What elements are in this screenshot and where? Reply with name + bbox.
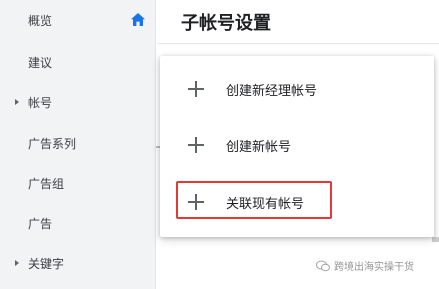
menu-item-create-account[interactable]: 创建新帐号 — [160, 123, 434, 167]
sidebar-item-label: 关键字 — [28, 256, 65, 271]
watermark-text: 跨境出海实操干货 — [334, 262, 414, 273]
sidebar-item-label: 帐号 — [28, 95, 53, 110]
sidebar-item-keywords[interactable]: 关键字 — [0, 248, 156, 278]
sidebar-item-label: 广告系列 — [28, 136, 77, 151]
menu-item-link-existing-account[interactable]: 关联现有帐号 — [160, 180, 434, 224]
sidebar-item-ads[interactable]: 广告 — [0, 208, 156, 238]
sidebar-item-label: 概览 — [28, 13, 53, 28]
wechat-icon — [316, 260, 330, 271]
menu-item-label: 创建新帐号 — [226, 139, 292, 155]
sidebar-item-label: 广告 — [28, 216, 53, 231]
plus-icon — [188, 194, 204, 210]
watermark: 跨境出海实操干货 — [316, 258, 414, 273]
menu-item-label: 创建新经理帐号 — [226, 83, 318, 99]
sidebar-item-label: 建议 — [28, 55, 53, 70]
sidebar-item-label: 广告组 — [28, 176, 65, 191]
page-header: 子帐号设置 — [157, 0, 439, 44]
plus-icon — [188, 137, 204, 153]
sidebar-item-ad-groups[interactable]: 广告组 — [0, 168, 156, 198]
scrollbar-fragment — [432, 237, 439, 242]
menu-item-create-manager-account[interactable]: 创建新经理帐号 — [160, 67, 434, 111]
add-account-menu: 创建新经理帐号 创建新帐号 关联现有帐号 — [160, 56, 434, 237]
plus-icon — [188, 81, 204, 97]
sidebar-item-accounts[interactable]: 帐号 — [0, 87, 156, 117]
menu-item-label: 关联现有帐号 — [226, 196, 305, 212]
expand-caret-icon[interactable] — [15, 99, 19, 105]
app-window: 概览 建议 帐号 广告系列 广告组 广告 关键字 子帐号设置 创建新经理帐号 创… — [0, 0, 439, 289]
sidebar-item-campaigns[interactable]: 广告系列 — [0, 128, 156, 158]
page-title: 子帐号设置 — [181, 13, 271, 34]
expand-caret-icon[interactable] — [15, 260, 19, 266]
sidebar-nav: 概览 建议 帐号 广告系列 广告组 广告 关键字 — [0, 0, 156, 289]
sidebar-item-recommendations[interactable]: 建议 — [0, 47, 156, 77]
home-icon[interactable] — [131, 13, 145, 26]
